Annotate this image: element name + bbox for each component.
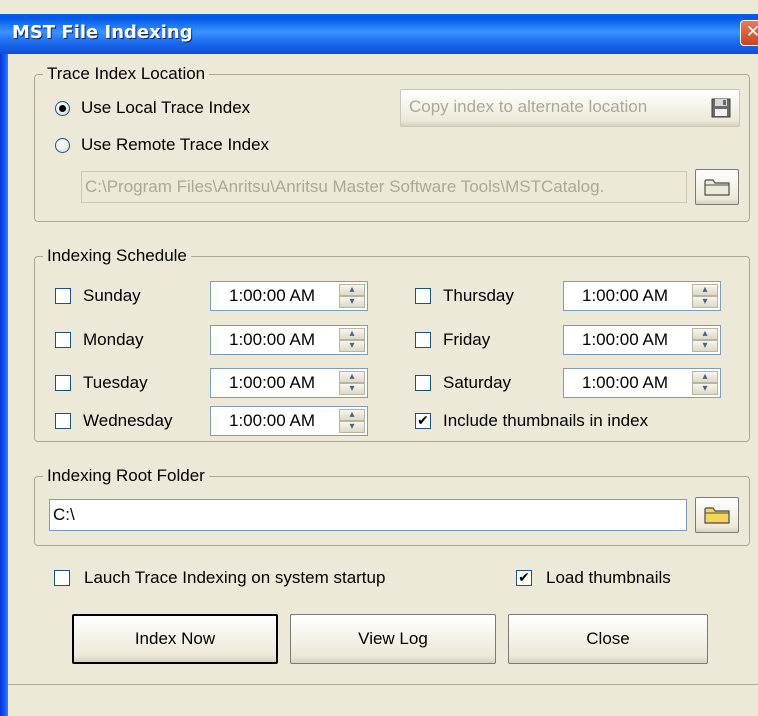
- folder-icon: [704, 507, 730, 524]
- monday-time-value[interactable]: 1:00:00 AM: [229, 330, 315, 350]
- spin-up-icon[interactable]: ▴: [339, 409, 365, 421]
- monday-time-spinner[interactable]: ▴ ▾: [339, 328, 365, 352]
- sunday-time-spinner[interactable]: ▴ ▾: [339, 284, 365, 308]
- indexing-root-folder-legend: Indexing Root Folder: [43, 466, 209, 486]
- window-frame-left: [0, 54, 8, 716]
- use-local-trace-index-label[interactable]: Use Local Trace Index: [81, 98, 250, 118]
- load-thumbnails-checkbox[interactable]: ✔: [516, 570, 532, 586]
- spin-up-icon[interactable]: ▴: [692, 371, 718, 383]
- monday-time-picker[interactable]: 1:00:00 AM ▴ ▾: [210, 325, 368, 355]
- sunday-time-picker[interactable]: 1:00:00 AM ▴ ▾: [210, 281, 368, 311]
- spin-up-icon[interactable]: ▴: [339, 284, 365, 296]
- thursday-time-spinner[interactable]: ▴ ▾: [692, 284, 718, 308]
- wednesday-checkbox[interactable]: [55, 413, 71, 429]
- spin-down-icon[interactable]: ▾: [339, 421, 365, 433]
- launch-on-startup-checkbox[interactable]: [54, 570, 70, 586]
- use-remote-trace-index-label[interactable]: Use Remote Trace Index: [81, 135, 269, 155]
- monday-label[interactable]: Monday: [83, 330, 143, 350]
- sunday-label[interactable]: Sunday: [83, 286, 141, 306]
- browse-root-folder-button[interactable]: [695, 497, 739, 533]
- spin-down-icon[interactable]: ▾: [692, 340, 718, 352]
- sunday-time-value[interactable]: 1:00:00 AM: [229, 286, 315, 306]
- include-thumbnails-label[interactable]: Include thumbnails in index: [443, 411, 648, 431]
- use-local-trace-index-radio[interactable]: [55, 101, 70, 116]
- include-thumbnails-checkbox[interactable]: ✔: [415, 413, 431, 429]
- saturday-checkbox[interactable]: [415, 375, 431, 391]
- view-log-button[interactable]: View Log: [290, 614, 496, 664]
- tuesday-time-spinner[interactable]: ▴ ▾: [339, 371, 365, 395]
- launch-on-startup-label[interactable]: Lauch Trace Indexing on system startup: [84, 568, 385, 588]
- saturday-label[interactable]: Saturday: [443, 373, 511, 393]
- saturday-time-value[interactable]: 1:00:00 AM: [582, 373, 668, 393]
- spin-up-icon[interactable]: ▴: [692, 284, 718, 296]
- trace-index-location-legend: Trace Index Location: [43, 64, 210, 84]
- status-bar: [8, 684, 758, 716]
- saturday-time-picker[interactable]: 1:00:00 AM ▴ ▾: [563, 368, 721, 398]
- floppy-disk-icon: [711, 98, 731, 118]
- mst-file-indexing-window: MST File Indexing ✕ Trace Index Location…: [0, 0, 758, 716]
- remote-trace-index-path-input[interactable]: C:\Program Files\Anritsu\Anritsu Master …: [81, 171, 687, 203]
- wednesday-time-value[interactable]: 1:00:00 AM: [229, 411, 315, 431]
- wednesday-time-spinner[interactable]: ▴ ▾: [339, 409, 365, 433]
- friday-time-value[interactable]: 1:00:00 AM: [582, 330, 668, 350]
- use-remote-trace-index-radio[interactable]: [55, 138, 70, 153]
- trace-index-location-group: Trace Index Location Use Local Trace Ind…: [34, 64, 750, 222]
- browse-trace-index-button[interactable]: [695, 169, 739, 205]
- friday-time-spinner[interactable]: ▴ ▾: [692, 328, 718, 352]
- friday-label[interactable]: Friday: [443, 330, 490, 350]
- indexing-schedule-legend: Indexing Schedule: [43, 246, 191, 266]
- tuesday-label[interactable]: Tuesday: [83, 373, 148, 393]
- wednesday-time-picker[interactable]: 1:00:00 AM ▴ ▾: [210, 406, 368, 436]
- spin-up-icon[interactable]: ▴: [692, 328, 718, 340]
- folder-icon: [704, 179, 730, 196]
- title-bar[interactable]: MST File Indexing ✕: [0, 14, 758, 54]
- sunday-checkbox[interactable]: [55, 288, 71, 304]
- wednesday-label[interactable]: Wednesday: [83, 411, 172, 431]
- tuesday-time-picker[interactable]: 1:00:00 AM ▴ ▾: [210, 368, 368, 398]
- thursday-checkbox[interactable]: [415, 288, 431, 304]
- close-button[interactable]: Close: [508, 614, 708, 664]
- spin-down-icon[interactable]: ▾: [339, 296, 365, 308]
- spin-down-icon[interactable]: ▾: [339, 383, 365, 395]
- thursday-time-value[interactable]: 1:00:00 AM: [582, 286, 668, 306]
- index-now-button[interactable]: Index Now: [72, 614, 278, 664]
- spin-down-icon[interactable]: ▾: [692, 383, 718, 395]
- monday-checkbox[interactable]: [55, 332, 71, 348]
- root-folder-input[interactable]: C:\: [49, 499, 687, 531]
- thursday-label[interactable]: Thursday: [443, 286, 514, 306]
- close-window-button[interactable]: ✕: [740, 20, 758, 46]
- copy-index-to-alternate-location-button[interactable]: Copy index to alternate location: [400, 89, 740, 127]
- window-title: MST File Indexing: [12, 22, 193, 43]
- tuesday-checkbox[interactable]: [55, 375, 71, 391]
- thursday-time-picker[interactable]: 1:00:00 AM ▴ ▾: [563, 281, 721, 311]
- indexing-root-folder-group: Indexing Root Folder C:\: [34, 466, 750, 546]
- spin-up-icon[interactable]: ▴: [339, 371, 365, 383]
- copy-index-button-label: Copy index to alternate location: [409, 97, 648, 116]
- indexing-schedule-group: Indexing Schedule Sunday 1:00:00 AM ▴ ▾ …: [34, 246, 750, 442]
- spin-up-icon[interactable]: ▴: [339, 328, 365, 340]
- load-thumbnails-label[interactable]: Load thumbnails: [546, 568, 671, 588]
- dialog-content: Trace Index Location Use Local Trace Ind…: [8, 54, 758, 716]
- tuesday-time-value[interactable]: 1:00:00 AM: [229, 373, 315, 393]
- spin-down-icon[interactable]: ▾: [692, 296, 718, 308]
- friday-time-picker[interactable]: 1:00:00 AM ▴ ▾: [563, 325, 721, 355]
- spin-down-icon[interactable]: ▾: [339, 340, 365, 352]
- saturday-time-spinner[interactable]: ▴ ▾: [692, 371, 718, 395]
- friday-checkbox[interactable]: [415, 332, 431, 348]
